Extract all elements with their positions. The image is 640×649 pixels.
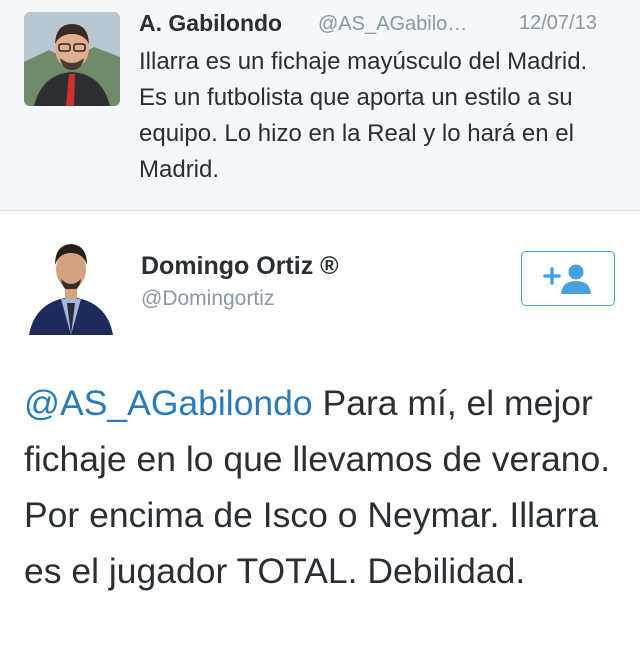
mention-link[interactable]: @AS_AGabilondo [24,383,313,423]
tweet-text: Illarra es un fichaje mayúsculo del Madr… [139,48,588,183]
add-user-icon [543,264,591,294]
author-name[interactable]: A. Gabilondo [139,10,282,37]
avatar[interactable] [25,235,117,335]
quoted-tweet[interactable]: A. Gabilondo @AS_AGabilo… 12/07/13 Illar… [0,0,640,211]
author-name[interactable]: Domingo Ortiz ® [141,252,339,281]
avatar[interactable] [24,12,120,106]
tweet-date: 12/07/13 [519,12,597,34]
tweet-text: @AS_AGabilondo Para mí, el mejor fichaje… [24,375,624,599]
author-handle[interactable]: @AS_AGabilo… [318,13,467,36]
follow-button[interactable] [521,251,615,306]
author-handle[interactable]: @Domingortiz [141,287,274,311]
